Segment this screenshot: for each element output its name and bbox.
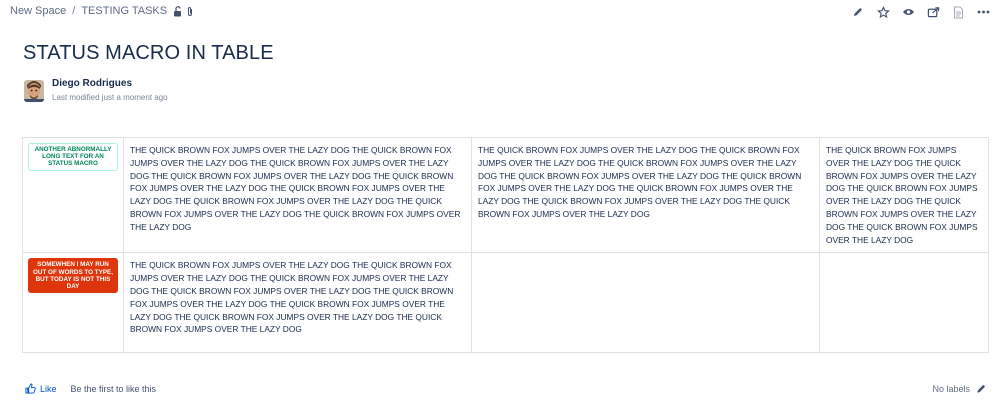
- breadcrumb-space-link[interactable]: New Space: [10, 5, 66, 17]
- table-cell: THE QUICK BROWN FOX JUMPS OVER THE LAZY …: [819, 136, 989, 254]
- table-cell-status: ANOTHER ABNORMALLY LONG TEXT FOR AN STAT…: [22, 136, 124, 254]
- table-cell: THE QUICK BROWN FOX JUMPS OVER THE LAZY …: [123, 136, 472, 254]
- like-button[interactable]: Like: [25, 383, 57, 394]
- page-title: STATUS MACRO IN TABLE: [23, 42, 274, 64]
- labels-section: No labels: [932, 383, 987, 394]
- status-lozenge: SOMEWHEN I MAY RUN OUT OF WORDS TO TYPE,…: [28, 258, 118, 294]
- thumbs-up-icon: [25, 383, 36, 394]
- table-cell: THE QUICK BROWN FOX JUMPS OVER THE LAZY …: [471, 136, 820, 254]
- breadcrumb: New Space / TESTING TASKS: [10, 5, 194, 17]
- avatar[interactable]: [24, 80, 44, 102]
- table-row: SOMEWHEN I MAY RUN OUT OF WORDS TO TYPE,…: [22, 252, 989, 354]
- like-label: Like: [40, 383, 57, 394]
- table-cell-status: SOMEWHEN I MAY RUN OUT OF WORDS TO TYPE,…: [22, 252, 124, 354]
- like-section: Like Be the first to like this: [25, 383, 156, 394]
- content-table: ANOTHER ABNORMALLY LONG TEXT FOR AN STAT…: [22, 136, 989, 354]
- breadcrumb-parent-link[interactable]: TESTING TASKS: [81, 5, 167, 17]
- status-lozenge: ANOTHER ABNORMALLY LONG TEXT FOR AN STAT…: [28, 143, 118, 171]
- breadcrumb-separator: /: [72, 5, 76, 17]
- author-name[interactable]: Diego Rodrigues: [52, 78, 168, 90]
- more-icon[interactable]: [975, 4, 991, 20]
- table-cell: [471, 252, 820, 354]
- edit-labels-icon[interactable]: [976, 383, 987, 394]
- star-icon[interactable]: [875, 4, 891, 20]
- page-history-icon[interactable]: [950, 4, 966, 20]
- table-cell: [819, 252, 989, 354]
- last-modified[interactable]: Last modified just a moment ago: [52, 93, 168, 103]
- byline: Diego Rodrigues Last modified just a mom…: [24, 78, 168, 103]
- unlock-icon[interactable]: [173, 5, 183, 17]
- table-cell: THE QUICK BROWN FOX JUMPS OVER THE LAZY …: [123, 252, 472, 354]
- page-actions: [841, 4, 991, 20]
- labels-text: No labels: [932, 383, 970, 394]
- share-icon[interactable]: [925, 4, 941, 20]
- edit-icon[interactable]: [850, 4, 866, 20]
- attachment-icon[interactable]: [186, 6, 194, 17]
- watch-icon[interactable]: [900, 4, 916, 20]
- like-prompt: Be the first to like this: [70, 383, 157, 394]
- table-row: ANOTHER ABNORMALLY LONG TEXT FOR AN STAT…: [22, 136, 989, 254]
- top-bar: New Space / TESTING TASKS: [0, 0, 999, 24]
